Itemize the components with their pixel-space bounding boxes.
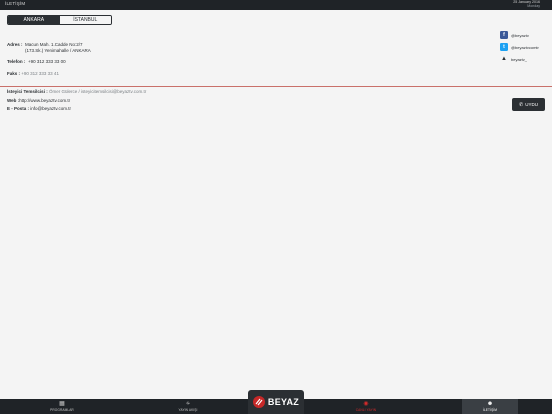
facebook-handle: @beyaztv [511, 32, 529, 38]
requests-label: İsteyici Temsilcisi : [7, 89, 48, 94]
hat-icon: ▲ [500, 55, 508, 63]
logo-stripes-icon [255, 398, 263, 406]
phone-value[interactable]: +90 312 333 33 00 [28, 59, 66, 64]
tab-label-iletisim: İLETİŞİM [482, 408, 498, 412]
top-bar: İLETİŞİM 25 January 2016 Monday [0, 0, 552, 10]
tab-yayin-akisi[interactable]: ∻ YAYIN AKIŞI [166, 399, 210, 414]
address-block: Adres : Macun Mah. 1.Cadde No:2/7 (173.S… [7, 42, 91, 53]
twitter-handle: @beyaztvcomtr [511, 44, 539, 50]
date-subtext: Monday [527, 4, 540, 9]
beyaz-logo[interactable]: BEYAZ [248, 390, 304, 414]
segment-ankara[interactable]: ANKARA [8, 16, 60, 24]
email-row: E - Posta : info@beyaztv.com.tr [7, 106, 71, 112]
city-segmented-control: ANKARA İSTANBUL [7, 15, 112, 25]
logo-text: BEYAZ [267, 397, 300, 407]
tab-label-yayin-akisi: YAYIN AKIŞI [178, 408, 198, 412]
web-row: Web :http://www.beyaztv.com.tr [7, 98, 70, 104]
twitter-icon: t [500, 43, 508, 51]
uydu-label: UYDU [525, 102, 538, 107]
date-display: 25 January 2016 Monday [513, 0, 540, 8]
phone-row: Telefon : +90 312 333 33 00 [7, 59, 66, 65]
address-line1: Macun Mah. 1.Cadde No:2/7 [25, 42, 83, 47]
logo-mark-icon [252, 396, 265, 408]
email-value[interactable]: info@beyaztv.com.tr [30, 106, 71, 111]
facebook-icon: f [500, 31, 508, 39]
tab-label-programlar: PROGRAMLAR [50, 408, 74, 412]
uydu-button[interactable]: ✆ UYDU [512, 98, 545, 111]
requests-value[interactable]: Ömer Gülerce / isteyicitemsilcisi@beyazt… [49, 89, 146, 94]
requests-row: İsteyici Temsilcisi : Ömer Gülerce / ist… [7, 89, 146, 95]
web-label: Web : [7, 98, 20, 103]
satellite-icon: ✆ [519, 101, 524, 108]
address-line2: (173.Sk.) Yenimahalle / ANKARA [25, 47, 91, 53]
tab-canli-yayin[interactable]: ◉ CANLI YAYIN [344, 399, 388, 414]
rss-icon: ∻ [185, 401, 191, 407]
email-label: E - Posta : [7, 106, 30, 111]
segment-istanbul[interactable]: İSTANBUL [59, 16, 111, 24]
twitter-link[interactable]: t @beyaztvcomtr [500, 43, 539, 51]
facebook-link[interactable]: f @beyaztv [500, 31, 529, 39]
address-label: Adres : [7, 42, 23, 47]
page-title: İLETİŞİM [5, 1, 26, 6]
other-social-link[interactable]: ▲ beyaztv_ [500, 55, 527, 63]
tab-label-canli-yayin: CANLI YAYIN [355, 408, 377, 412]
fax-value: +90 312 333 33 41 [21, 71, 59, 76]
tab-iletisim[interactable]: ☻ İLETİŞİM [462, 399, 518, 414]
calendar-icon: ▦ [59, 401, 65, 407]
section-divider [0, 86, 552, 87]
contacts-icon: ☻ [486, 401, 494, 407]
other-social-handle: beyaztv_ [511, 56, 528, 62]
phone-label: Telefon : [7, 59, 26, 64]
web-value[interactable]: http://www.beyaztv.com.tr [19, 98, 70, 103]
fax-row: Faks : +90 312 333 33 41 [7, 71, 59, 77]
live-icon: ◉ [363, 401, 369, 407]
fax-label: Faks : [7, 71, 21, 76]
tab-programlar[interactable]: ▦ PROGRAMLAR [40, 399, 84, 414]
